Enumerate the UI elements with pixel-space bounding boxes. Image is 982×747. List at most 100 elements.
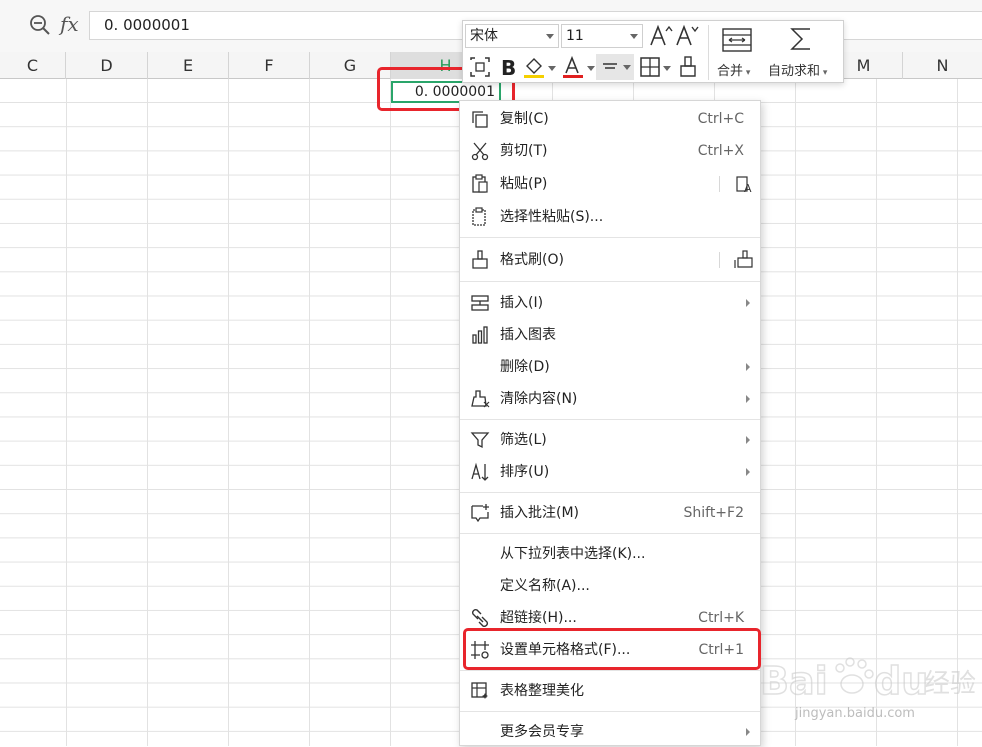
font-name-select[interactable]: 宋体 bbox=[465, 24, 559, 48]
bold-icon[interactable]: B bbox=[495, 54, 521, 80]
menu-item-label: 更多会员专享 bbox=[500, 724, 584, 740]
font-color-chevron-icon[interactable] bbox=[587, 66, 595, 71]
fx-icon[interactable]: fx bbox=[60, 12, 79, 36]
format-painter-icon[interactable] bbox=[675, 54, 701, 80]
menu-item-shortcut: Ctrl+X bbox=[697, 143, 744, 159]
svg-text:B: B bbox=[501, 56, 516, 80]
menu-separator bbox=[460, 711, 760, 712]
menu-item-format-painter[interactable]: 格式刷(O) bbox=[460, 245, 760, 275]
svg-text:du: du bbox=[874, 659, 928, 703]
menu-item-filter[interactable]: 筛选(L) bbox=[460, 425, 760, 455]
menu-item-label: 清除内容(N) bbox=[500, 391, 578, 407]
filter-icon bbox=[470, 432, 490, 449]
format-painter-multi-icon[interactable] bbox=[734, 250, 754, 270]
chevron-right-icon bbox=[746, 299, 750, 307]
menu-item-label: 格式刷(O) bbox=[500, 252, 564, 268]
toolbar-divider bbox=[708, 25, 709, 80]
decrease-font-icon[interactable] bbox=[674, 23, 700, 49]
bar-chart-icon bbox=[472, 326, 488, 344]
borders-icon[interactable] bbox=[637, 54, 663, 80]
watermark-url: jingyan.baidu.com bbox=[795, 706, 915, 721]
link-icon bbox=[472, 609, 488, 627]
menu-item-label: 表格整理美化 bbox=[500, 683, 584, 699]
menu-item-label: 复制(C) bbox=[500, 111, 549, 127]
menu-item-clear-contents[interactable]: 清除内容(N) bbox=[460, 384, 760, 414]
chevron-right-icon bbox=[746, 363, 750, 371]
menu-item-label: 定义名称(A)... bbox=[500, 578, 590, 594]
menu-divider bbox=[719, 176, 720, 192]
menu-item-label: 剪切(T) bbox=[500, 143, 548, 159]
font-size-select[interactable]: 11 bbox=[561, 24, 643, 48]
menu-item-label: 粘贴(P) bbox=[500, 176, 548, 192]
chevron-down-icon bbox=[546, 34, 554, 39]
autosum-button[interactable]: 自动求和 ▾ bbox=[768, 60, 827, 79]
menu-item-paste[interactable]: 粘贴(P) A bbox=[460, 169, 760, 199]
column-header-e[interactable]: E bbox=[148, 52, 229, 79]
align-center-icon bbox=[603, 63, 617, 69]
font-name-value: 宋体 bbox=[470, 28, 498, 44]
chevron-down-icon bbox=[630, 34, 638, 39]
menu-item-label: 删除(D) bbox=[500, 359, 550, 375]
paste-special-icon bbox=[472, 207, 486, 226]
menu-item-table-beautify[interactable]: 表格整理美化 bbox=[460, 676, 760, 706]
copy-icon bbox=[472, 111, 488, 128]
chevron-right-icon bbox=[746, 436, 750, 444]
column-header-f[interactable]: F bbox=[229, 52, 310, 79]
format-painter-icon bbox=[472, 250, 488, 269]
borders-chevron-icon[interactable] bbox=[663, 66, 671, 71]
menu-separator bbox=[460, 670, 760, 671]
increase-font-icon[interactable] bbox=[648, 23, 674, 49]
autosum-label: 自动求和 bbox=[768, 64, 821, 79]
table-beautify-icon bbox=[471, 682, 488, 699]
menu-item-shortcut: Ctrl+K bbox=[698, 610, 744, 626]
fill-color-icon[interactable] bbox=[521, 54, 547, 80]
zoom-search-icon[interactable] bbox=[29, 14, 51, 36]
mini-toolbar: 宋体 11 B 合并 ▾ 自动求和 ▾ bbox=[462, 20, 844, 83]
menu-item-delete[interactable]: 删除(D) bbox=[460, 352, 760, 382]
menu-item-label: 插入批注(M) bbox=[500, 505, 580, 521]
menu-separator bbox=[460, 533, 760, 534]
menu-item-member-features[interactable]: 更多会员专享 bbox=[460, 717, 760, 747]
svg-text:A: A bbox=[744, 182, 752, 194]
menu-item-shortcut: Ctrl+C bbox=[697, 111, 744, 127]
comment-icon bbox=[471, 504, 489, 523]
clear-contents-icon bbox=[471, 390, 490, 408]
menu-item-cut[interactable]: 剪切(T) Ctrl+X bbox=[460, 136, 760, 166]
menu-separator bbox=[460, 419, 760, 420]
chevron-right-icon bbox=[746, 728, 750, 736]
menu-item-sort[interactable]: 排序(U) bbox=[460, 457, 760, 487]
column-header-c[interactable]: C bbox=[0, 52, 66, 79]
menu-item-label: 筛选(L) bbox=[500, 432, 547, 448]
menu-item-label: 从下拉列表中选择(K)... bbox=[500, 546, 646, 562]
menu-item-copy[interactable]: 复制(C) Ctrl+C bbox=[460, 104, 760, 134]
merge-button[interactable]: 合并 ▾ bbox=[717, 60, 750, 79]
paste-text-only-icon[interactable]: A bbox=[734, 174, 754, 194]
font-size-value: 11 bbox=[566, 28, 584, 44]
merge-cells-icon[interactable] bbox=[721, 27, 753, 53]
font-color-icon[interactable] bbox=[560, 54, 586, 80]
menu-item-pick-from-list[interactable]: 从下拉列表中选择(K)... bbox=[460, 539, 760, 569]
insert-rows-icon bbox=[471, 295, 489, 311]
menu-item-shortcut: Shift+F2 bbox=[683, 505, 744, 521]
align-button[interactable] bbox=[596, 54, 634, 80]
menu-item-label: 插入图表 bbox=[500, 327, 556, 343]
autosum-icon[interactable] bbox=[788, 25, 814, 53]
column-header-d[interactable]: D bbox=[66, 52, 148, 79]
fill-color-chevron-icon[interactable] bbox=[548, 66, 556, 71]
menu-item-define-name[interactable]: 定义名称(A)... bbox=[460, 571, 760, 601]
menu-item-label: 选择性粘贴(S)... bbox=[500, 209, 604, 225]
menu-item-insert[interactable]: 插入(I) bbox=[460, 288, 760, 318]
menu-item-insert-comment[interactable]: 插入批注(M) Shift+F2 bbox=[460, 498, 760, 528]
menu-item-label: 排序(U) bbox=[500, 464, 550, 480]
menu-item-paste-special[interactable]: 选择性粘贴(S)... bbox=[460, 202, 760, 232]
menu-separator bbox=[460, 237, 760, 238]
merge-label: 合并 bbox=[717, 64, 744, 79]
chevron-down-icon bbox=[623, 65, 631, 70]
column-header-n[interactable]: N bbox=[903, 52, 982, 79]
chevron-right-icon bbox=[746, 395, 750, 403]
menu-item-label: 超链接(H)... bbox=[500, 610, 577, 626]
menu-item-insert-chart[interactable]: 插入图表 bbox=[460, 320, 760, 350]
menu-divider bbox=[719, 252, 720, 268]
menu-separator bbox=[460, 281, 760, 282]
format-cells-icon[interactable] bbox=[467, 54, 493, 80]
